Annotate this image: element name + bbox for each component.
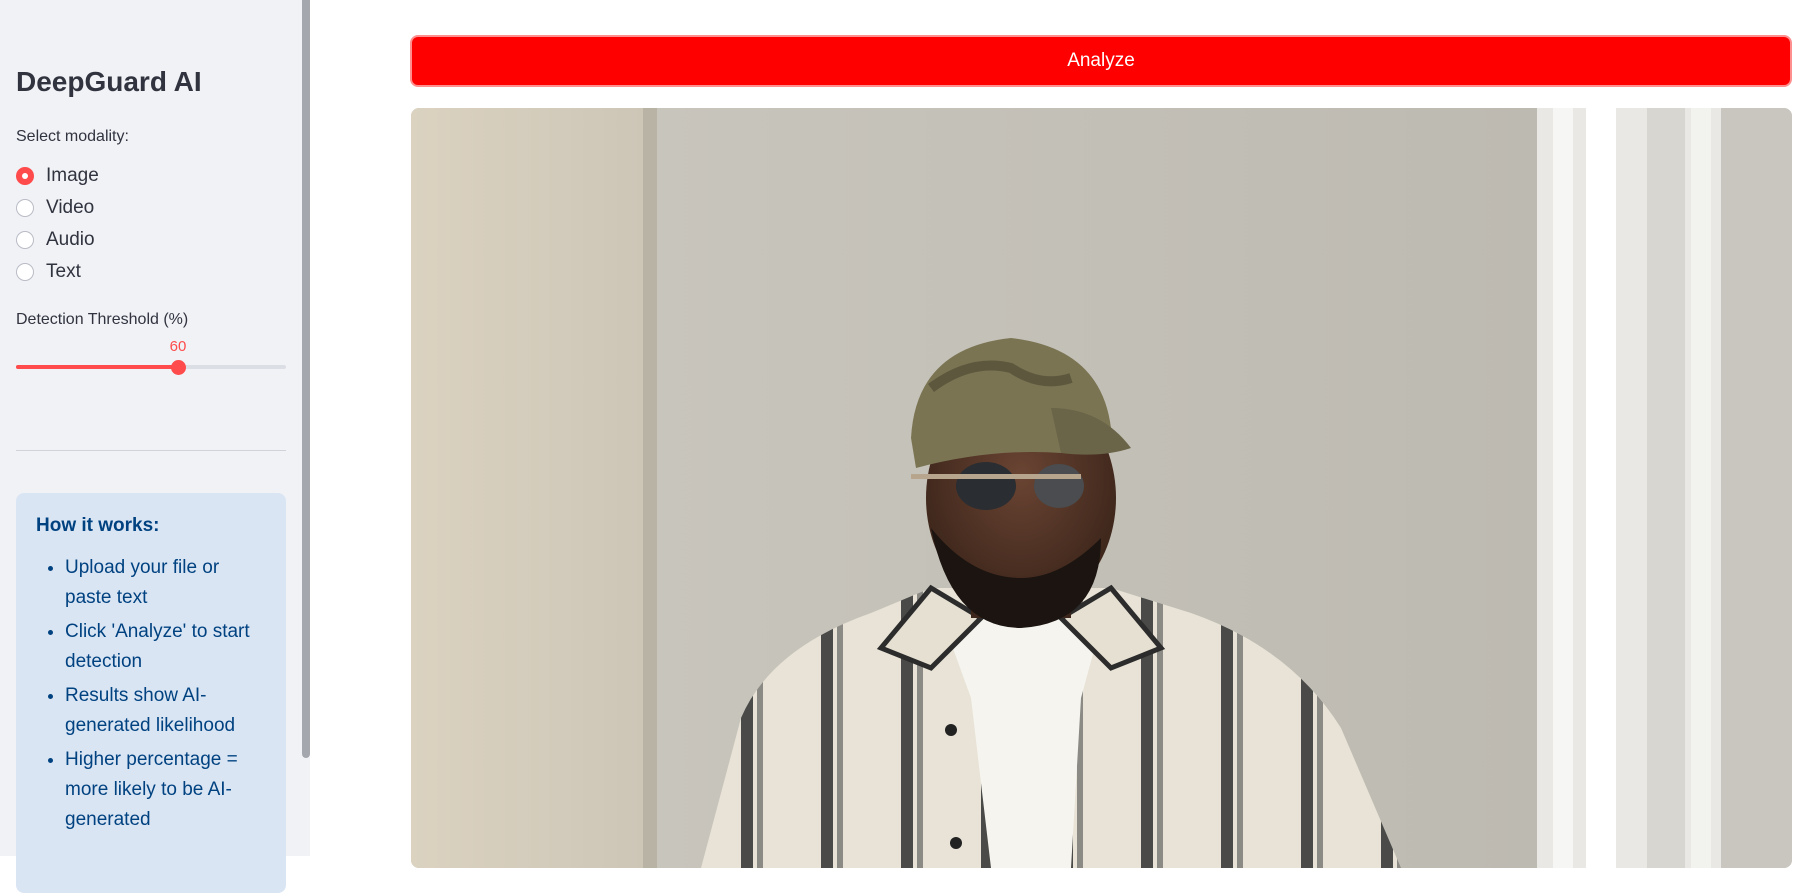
- sidebar: DeepGuard AI Select modality: Image Vide…: [0, 0, 310, 893]
- radio-checked-icon[interactable]: [16, 167, 34, 185]
- info-list-item: Higher percentage = more likely to be AI…: [65, 745, 266, 835]
- radio-unchecked-icon[interactable]: [16, 199, 34, 217]
- radio-option-audio[interactable]: Audio: [16, 224, 99, 256]
- uploaded-image-preview: [411, 108, 1792, 868]
- modality-radio-group: Image Video Audio Text: [16, 160, 99, 288]
- threshold-label: Detection Threshold (%): [16, 311, 189, 328]
- how-it-works-box: How it works: Upload your file or paste …: [16, 493, 286, 893]
- app-title: DeepGuard AI: [16, 66, 202, 97]
- slider-value: 60: [169, 338, 187, 355]
- info-list: Upload your file or paste text Click 'An…: [36, 553, 266, 835]
- slider-fill: [16, 365, 178, 369]
- sidebar-scrollbar[interactable]: [302, 0, 310, 758]
- radio-option-image[interactable]: Image: [16, 160, 99, 192]
- radio-option-text[interactable]: Text: [16, 256, 99, 288]
- slider-thumb[interactable]: [171, 360, 186, 375]
- radio-label-text: Text: [46, 261, 81, 282]
- info-title: How it works:: [36, 515, 160, 536]
- threshold-slider[interactable]: 60: [16, 338, 286, 380]
- sidebar-divider: [16, 450, 286, 451]
- info-list-item: Upload your file or paste text: [65, 553, 266, 613]
- modality-label: Select modality:: [16, 128, 129, 145]
- radio-unchecked-icon[interactable]: [16, 263, 34, 281]
- info-list-item: Click 'Analyze' to start detection: [65, 617, 266, 677]
- info-list-item: Results show AI-generated likelihood: [65, 681, 266, 741]
- analyze-button[interactable]: Analyze: [410, 35, 1792, 87]
- radio-unchecked-icon[interactable]: [16, 231, 34, 249]
- photo-icon: [411, 108, 1792, 868]
- radio-option-video[interactable]: Video: [16, 192, 99, 224]
- radio-label-audio: Audio: [46, 229, 95, 250]
- radio-label-image: Image: [46, 165, 99, 186]
- radio-label-video: Video: [46, 197, 95, 218]
- main-content: Analyze: [310, 0, 1798, 868]
